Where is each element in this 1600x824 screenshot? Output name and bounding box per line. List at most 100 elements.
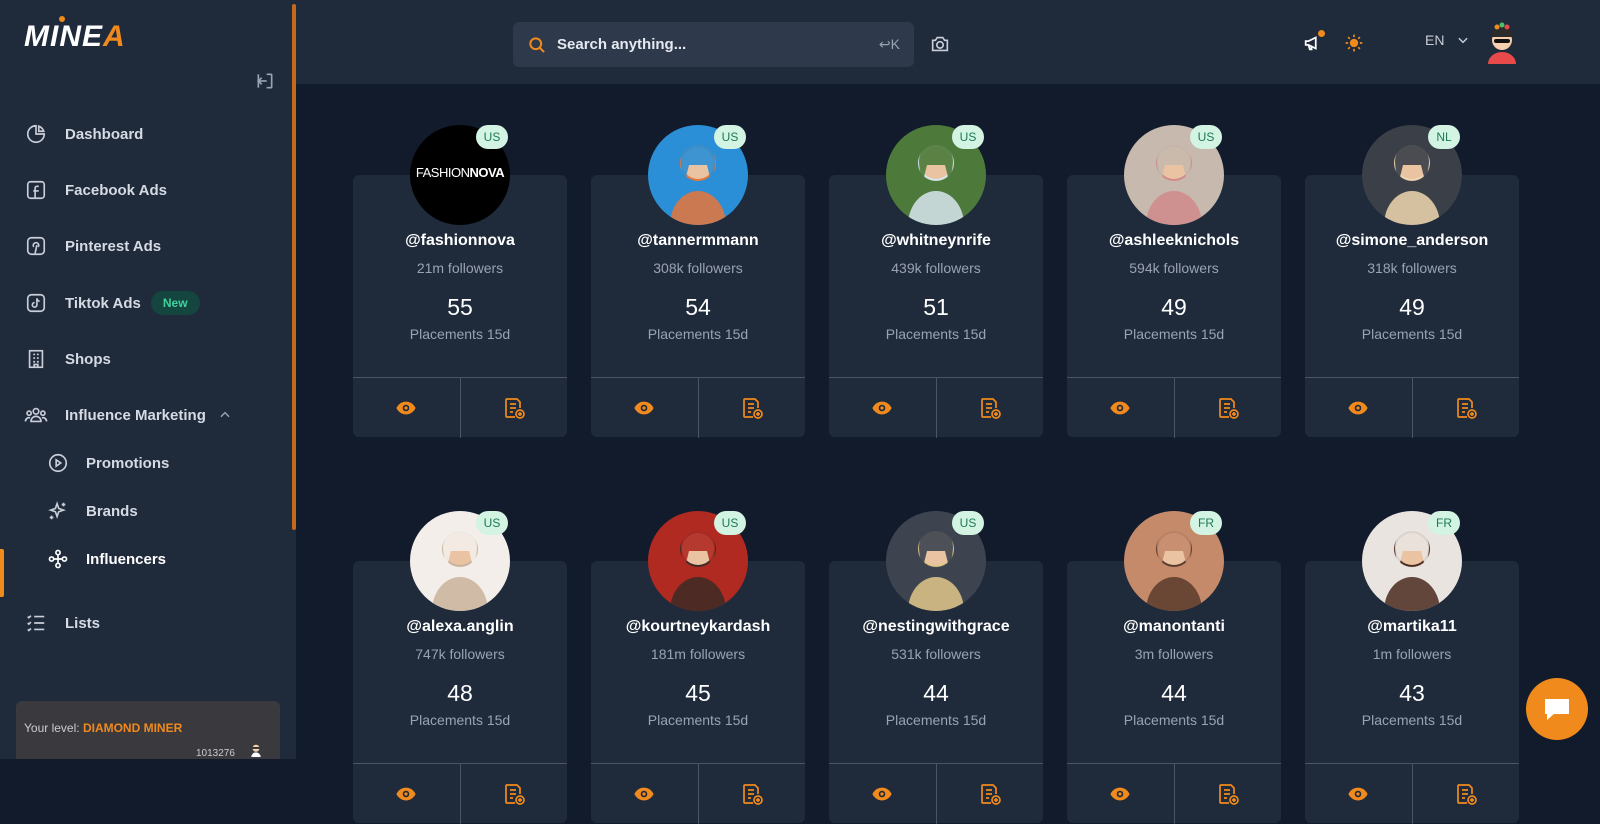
- card-actions: [353, 377, 567, 438]
- card-actions: [829, 763, 1043, 824]
- view-button[interactable]: [591, 764, 698, 824]
- logo-text: MINE: [24, 20, 103, 53]
- sidebar-item-influencers[interactable]: Influencers: [0, 539, 296, 579]
- camera-icon[interactable]: [928, 32, 952, 56]
- view-button[interactable]: [591, 378, 698, 438]
- influencer-card[interactable]: US @whitneynrife 439k followers 51 Placement…: [829, 125, 1044, 438]
- sidebar-item-dashboard[interactable]: Dashboard: [0, 114, 296, 154]
- search-shortcut: ↩K: [878, 36, 900, 52]
- minea-logo[interactable]: MINEA: [24, 20, 126, 54]
- card-actions: [591, 763, 805, 824]
- placements-label: Placements 15d: [885, 712, 987, 728]
- level-label: Your level: DIAMOND MINER: [24, 721, 182, 735]
- sidebar-item-label: Influencers: [86, 550, 167, 568]
- follower-count: 747k followers: [415, 646, 505, 662]
- add-to-list-button[interactable]: [935, 764, 1044, 824]
- influencer-card[interactable]: US @tannermmann 308k followers 54 Placements…: [591, 125, 806, 438]
- eye-icon: [634, 787, 654, 801]
- sidebar-item-tiktok-ads[interactable]: Tiktok Ads New: [0, 283, 296, 323]
- follower-count: 21m followers: [416, 260, 504, 276]
- placements-count: 51: [923, 294, 949, 320]
- users-icon: [24, 403, 48, 427]
- level-avatar-icon: [251, 744, 261, 757]
- view-button[interactable]: [829, 764, 936, 824]
- add-to-list-button[interactable]: [459, 378, 568, 438]
- sidebar-item-lists[interactable]: Lists: [0, 603, 296, 643]
- collapse-sidebar-icon[interactable]: [254, 70, 276, 92]
- influencer-card[interactable]: FASHIONNOVA US @fashionnova 21m followers 55…: [353, 125, 567, 438]
- placements-label: Placements 15d: [647, 326, 749, 342]
- language-selector[interactable]: EN: [1425, 32, 1470, 48]
- influencer-card[interactable]: US @kourtneykardash 181m followers 45 Placem…: [591, 511, 805, 824]
- country-badge: US: [476, 125, 508, 149]
- add-to-list-icon: [1456, 784, 1477, 805]
- influencer-handle[interactable]: @martika11: [1305, 618, 1519, 636]
- influencer-card[interactable]: US @alexa.anglin 747k followers 48 Placement…: [353, 511, 568, 824]
- card-actions: [1305, 377, 1519, 438]
- follower-count: 3m followers: [1134, 646, 1214, 662]
- add-to-list-button[interactable]: [697, 378, 806, 438]
- sidebar-item-label: Tiktok Ads: [65, 294, 141, 312]
- search-input[interactable]: [555, 35, 879, 54]
- country-badge: US: [1190, 125, 1222, 149]
- add-to-list-button[interactable]: [935, 378, 1044, 438]
- add-to-list-button[interactable]: [697, 764, 806, 824]
- level-card[interactable]: Your level: DIAMOND MINER 1013276: [16, 701, 280, 759]
- influencer-card[interactable]: US @ashleeknichols 594k followers 49 Placeme…: [1067, 125, 1282, 438]
- view-button[interactable]: [353, 764, 460, 824]
- influencer-handle[interactable]: @kourtneykardash: [591, 618, 805, 636]
- card-actions: [1067, 763, 1281, 824]
- view-button[interactable]: [1067, 378, 1174, 438]
- megaphone-icon[interactable]: [1300, 30, 1326, 56]
- language-label: EN: [1425, 32, 1445, 48]
- add-to-list-button[interactable]: [1411, 378, 1520, 438]
- placements-label: Placements 15d: [1123, 712, 1225, 728]
- building-icon: [24, 347, 48, 371]
- sidebar-item-facebook-ads[interactable]: Facebook Ads: [0, 170, 296, 210]
- logo-accent: A: [103, 20, 126, 53]
- sidebar-item-pinterest-ads[interactable]: Pinterest Ads: [0, 226, 296, 266]
- sidebar-item-brands[interactable]: Brands: [0, 491, 296, 531]
- logo-part: NOVA: [469, 165, 505, 180]
- influencer-card[interactable]: US @nestingwithgrace 531k followers 44 Place…: [829, 511, 1043, 824]
- sidebar-item-shops[interactable]: Shops: [0, 339, 296, 379]
- influencer-handle[interactable]: @fashionnova: [353, 232, 567, 250]
- influencer-card[interactable]: FR @martika11 1m followers 43 Placements 15d: [1305, 511, 1520, 824]
- sidebar-item-label: Brands: [86, 502, 138, 520]
- sidebar-item-label: Facebook Ads: [65, 181, 167, 199]
- influencer-card[interactable]: FR @manontanti 3m followers 44 Placements 15…: [1067, 511, 1281, 824]
- search-bar[interactable]: ↩K: [513, 22, 914, 67]
- view-button[interactable]: [829, 378, 936, 438]
- chat-button[interactable]: [1526, 678, 1588, 740]
- chevron-up-icon[interactable]: [218, 408, 232, 422]
- add-to-list-button[interactable]: [459, 764, 568, 824]
- eye-icon: [1348, 787, 1368, 801]
- influencer-card[interactable]: NL @simone_anderson 318k followers 49 Placem…: [1305, 125, 1519, 438]
- user-avatar[interactable]: [1482, 20, 1522, 64]
- add-to-list-button[interactable]: [1173, 764, 1282, 824]
- influencer-handle[interactable]: @tannermmann: [591, 232, 805, 250]
- sidebar-item-promotions[interactable]: Promotions: [0, 443, 296, 483]
- sparkle-icon: [46, 499, 70, 523]
- eye-icon: [396, 787, 416, 801]
- view-button[interactable]: [353, 378, 460, 438]
- eye-icon: [1110, 787, 1130, 801]
- influencer-handle[interactable]: @whitneynrife: [829, 232, 1043, 250]
- search-icon: [527, 35, 547, 55]
- view-button[interactable]: [1067, 764, 1174, 824]
- influencer-handle[interactable]: @nestingwithgrace: [829, 618, 1043, 636]
- influencer-handle[interactable]: @alexa.anglin: [353, 618, 567, 636]
- influencer-handle[interactable]: @manontanti: [1067, 618, 1281, 636]
- eye-icon: [872, 787, 892, 801]
- influencer-handle[interactable]: @simone_anderson: [1305, 232, 1519, 250]
- country-badge: US: [714, 125, 746, 149]
- sun-icon[interactable]: [1342, 31, 1366, 55]
- view-button[interactable]: [1305, 764, 1412, 824]
- add-to-list-button[interactable]: [1173, 378, 1282, 438]
- sidebar-item-influence-marketing[interactable]: Influence Marketing: [0, 395, 296, 435]
- view-button[interactable]: [1305, 378, 1412, 438]
- add-to-list-button[interactable]: [1411, 764, 1520, 824]
- influencer-handle[interactable]: @ashleeknichols: [1067, 232, 1281, 250]
- top-header: ↩K EN: [296, 0, 1600, 84]
- country-badge: FR: [1190, 511, 1222, 535]
